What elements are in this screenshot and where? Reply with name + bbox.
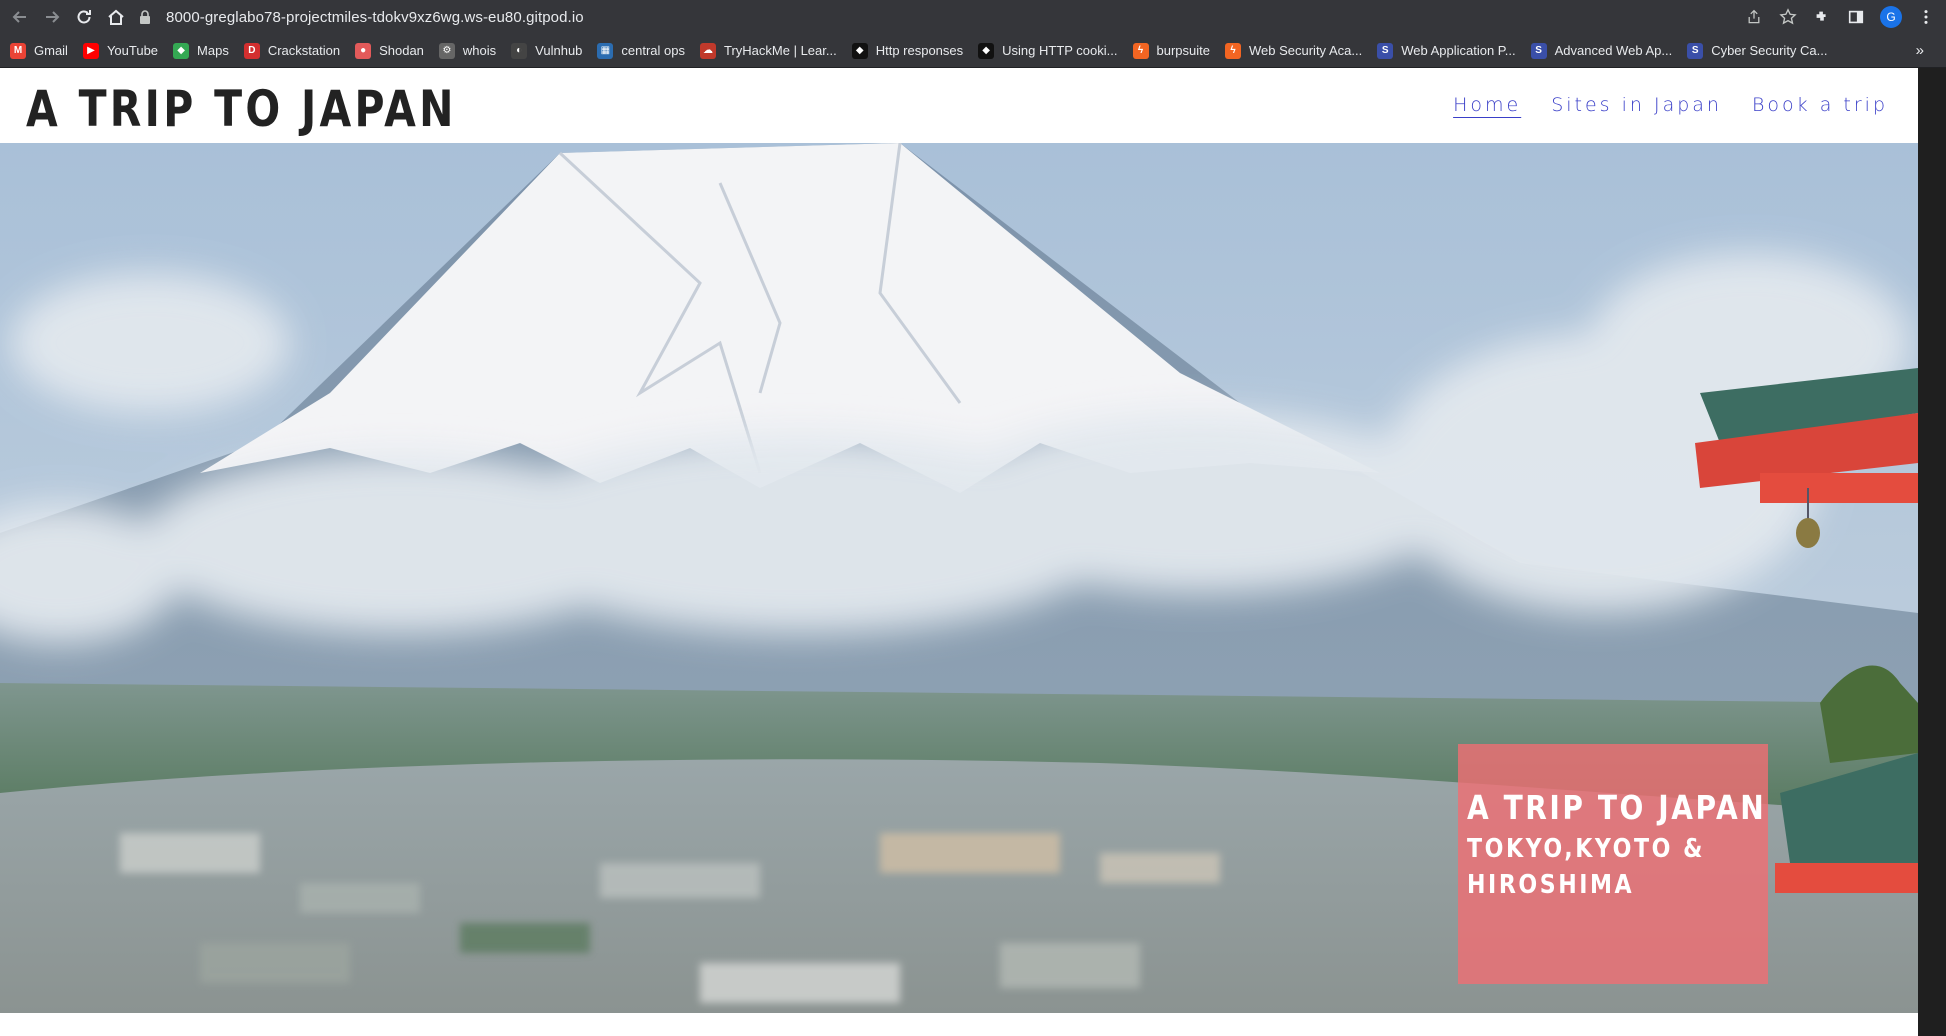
bookmark-favicon-icon: ◆ xyxy=(851,42,868,59)
menu-icon[interactable] xyxy=(1916,7,1936,27)
bookmark-label: Web Application P... xyxy=(1401,43,1516,58)
bookmark-label: Http responses xyxy=(875,43,964,58)
bookmark-item[interactable]: D Crackstation xyxy=(243,42,341,59)
bookmark-item[interactable]: M Gmail xyxy=(10,42,68,59)
site-logo[interactable]: A TRIP TO JAPAN xyxy=(26,80,457,138)
bookmark-item[interactable]: S Advanced Web Ap... xyxy=(1530,42,1673,59)
bookmark-label: Cyber Security Ca... xyxy=(1711,43,1828,58)
bookmark-item[interactable]: ▶ YouTube xyxy=(82,42,159,59)
nav-home[interactable]: Home xyxy=(1453,94,1521,116)
bookmark-label: burpsuite xyxy=(1156,43,1210,58)
forward-icon[interactable] xyxy=(36,0,68,34)
bookmark-item[interactable]: S Web Application P... xyxy=(1377,42,1516,59)
star-icon[interactable] xyxy=(1778,7,1798,27)
bookmark-item[interactable]: ◐ Vulnhub xyxy=(511,42,583,59)
bookmark-item[interactable]: ▦ central ops xyxy=(597,42,685,59)
bookmark-favicon-icon: ☁ xyxy=(700,42,716,59)
bookmark-item[interactable]: ◆ Http responses xyxy=(851,42,964,59)
bookmark-item[interactable]: ◆ Using HTTP cooki... xyxy=(978,42,1118,59)
bookmark-item[interactable]: ϟ burpsuite xyxy=(1132,42,1210,59)
bookmark-label: Maps xyxy=(197,43,229,58)
hero-caption: A TRIP TO JAPAN TOKYO,KYOTO & HIROSHIMA xyxy=(1458,744,1768,984)
nav-sites-in-japan[interactable]: Sites in Japan xyxy=(1551,94,1722,116)
url-text[interactable]: 8000-greglabo78-projectmiles-tdokv9xz6wg… xyxy=(166,9,584,26)
main-nav: Home Sites in Japan Book a trip xyxy=(1453,94,1888,116)
bookmark-favicon-icon: D xyxy=(243,42,260,59)
bookmark-label: Vulnhub xyxy=(535,43,583,58)
bookmark-favicon-icon: ⚙ xyxy=(438,42,455,59)
bookmark-item[interactable]: ◆ Maps xyxy=(173,42,229,59)
bookmark-label: TryHackMe | Lear... xyxy=(724,43,837,58)
share-icon[interactable] xyxy=(1744,7,1764,27)
bookmark-label: Using HTTP cooki... xyxy=(1002,43,1118,58)
nav-book-a-trip[interactable]: Book a trip xyxy=(1752,94,1888,116)
bookmarks-bar: M Gmail ▶ YouTube ◆ Maps D Crackstation ● Shodan ⚙… xyxy=(0,34,1946,68)
bookmark-label: Web Security Aca... xyxy=(1248,43,1363,58)
bookmark-favicon-icon: ϟ xyxy=(1224,42,1241,59)
bookmark-label: Shodan xyxy=(379,43,424,58)
bookmark-favicon-icon: ◆ xyxy=(173,42,190,59)
page-content-area xyxy=(0,1013,1918,1036)
extensions-icon[interactable] xyxy=(1812,7,1832,27)
bookmark-favicon-icon: S xyxy=(1377,42,1394,59)
home-icon[interactable] xyxy=(100,0,132,34)
reload-icon[interactable] xyxy=(68,0,100,34)
bookmark-favicon-icon: ▶ xyxy=(82,42,99,59)
bookmark-favicon-icon: M xyxy=(10,42,26,59)
bookmark-item[interactable]: ● Shodan xyxy=(355,42,424,59)
browser-toolbar: 8000-greglabo78-projectmiles-tdokv9xz6wg… xyxy=(0,0,1946,34)
lock-icon[interactable] xyxy=(138,10,152,24)
bookmark-label: Advanced Web Ap... xyxy=(1554,43,1673,58)
hero-subtitle: TOKYO,KYOTO & HIROSHIMA xyxy=(1467,834,1706,900)
address-bar[interactable]: 8000-greglabo78-projectmiles-tdokv9xz6wg… xyxy=(138,3,1778,31)
hero-title: A TRIP TO JAPAN xyxy=(1467,788,1767,827)
page-scrollbar[interactable] xyxy=(1918,68,1946,1036)
bookmark-label: whois xyxy=(462,43,497,58)
side-panel-icon[interactable] xyxy=(1846,7,1866,27)
profile-avatar[interactable]: G xyxy=(1880,6,1902,28)
bookmark-favicon-icon: ● xyxy=(355,42,372,59)
bookmark-item[interactable]: ☁ TryHackMe | Lear... xyxy=(700,42,837,59)
bookmark-favicon-icon: ◐ xyxy=(511,42,528,59)
site-header: A TRIP TO JAPAN Home Sites in Japan Book… xyxy=(0,68,1918,143)
bookmark-favicon-icon: S xyxy=(1530,42,1547,59)
bookmark-label: YouTube xyxy=(106,43,159,58)
bookmark-item[interactable]: ⚙ whois xyxy=(438,42,497,59)
bookmark-label: Crackstation xyxy=(267,43,341,58)
bookmark-item[interactable]: S Cyber Security Ca... xyxy=(1687,42,1828,59)
bookmark-favicon-icon: ϟ xyxy=(1132,42,1149,59)
bookmark-favicon-icon: ◆ xyxy=(978,42,995,59)
bookmark-item[interactable]: ϟ Web Security Aca... xyxy=(1224,42,1363,59)
bookmark-favicon-icon: S xyxy=(1687,42,1704,59)
bookmark-label: central ops xyxy=(621,43,685,58)
bookmark-favicon-icon: ▦ xyxy=(597,42,614,59)
bookmarks-overflow-icon[interactable]: » xyxy=(1916,42,1924,59)
back-icon[interactable] xyxy=(4,0,36,34)
bookmark-label: Gmail xyxy=(34,43,68,58)
